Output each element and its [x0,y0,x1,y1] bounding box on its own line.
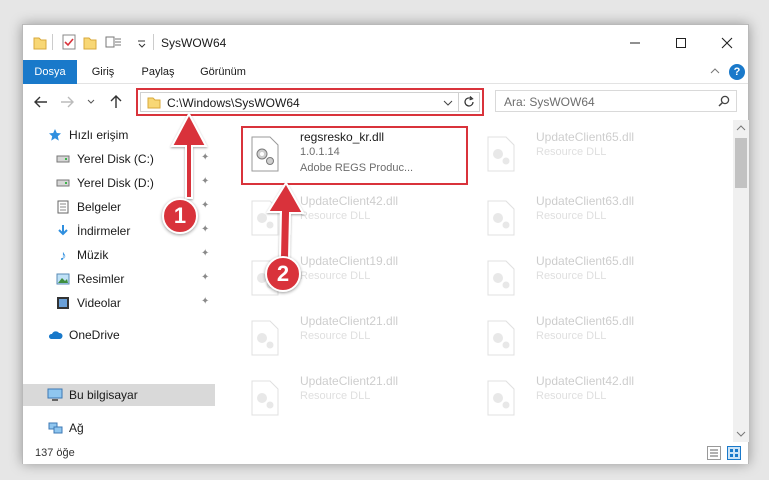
annotation-overlay [170,111,305,259]
arrow-to-file [266,181,305,259]
arrow-to-address [170,111,208,199]
step-1-callout: 1 [162,198,198,234]
step-2-callout: 2 [265,256,301,292]
